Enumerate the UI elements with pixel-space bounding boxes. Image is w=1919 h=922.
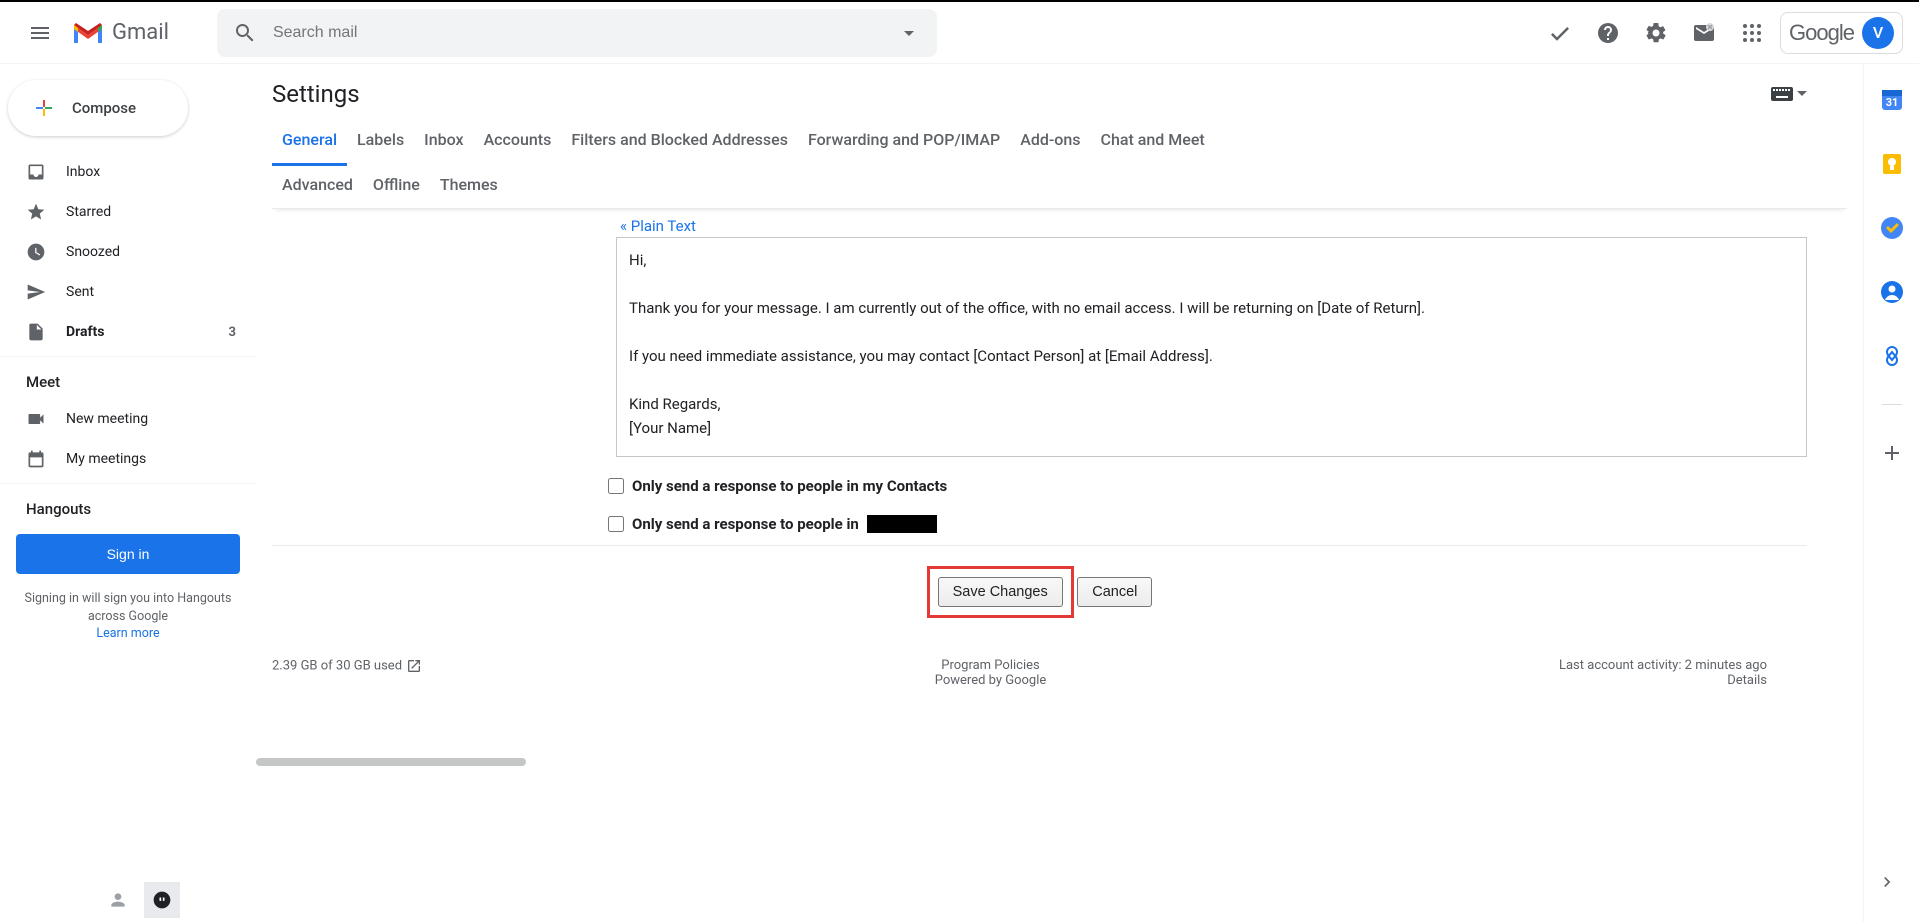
hangouts-section-title: Hangouts bbox=[0, 488, 256, 526]
learn-more-link[interactable]: Learn more bbox=[96, 626, 159, 641]
meet-section-title: Meet bbox=[0, 361, 256, 399]
gmail-logo[interactable]: Gmail bbox=[72, 20, 169, 45]
nav-sent[interactable]: Sent bbox=[0, 272, 248, 312]
main-menu-icon[interactable] bbox=[16, 9, 64, 57]
tab-themes[interactable]: Themes bbox=[430, 165, 508, 208]
input-tools-toggle[interactable] bbox=[1771, 87, 1807, 101]
tab-inbox[interactable]: Inbox bbox=[414, 120, 473, 165]
domain-only-checkbox[interactable] bbox=[608, 516, 624, 532]
mail-disabled-icon bbox=[1684, 13, 1724, 53]
app-name: Gmail bbox=[112, 20, 169, 45]
search-input[interactable] bbox=[273, 24, 881, 42]
calendar-app-icon[interactable]: 31 bbox=[1872, 80, 1912, 120]
hangouts-chat-icon[interactable] bbox=[144, 882, 180, 918]
side-panel: 31 bbox=[1863, 64, 1919, 922]
collapse-panel-icon[interactable] bbox=[1867, 862, 1907, 902]
signin-note: Signing in will sign you into Hangouts a… bbox=[0, 590, 256, 643]
account-activity: Last account activity: 2 minutes ago bbox=[1559, 658, 1767, 673]
apps-grid-icon[interactable] bbox=[1732, 13, 1772, 53]
add-app-icon[interactable] bbox=[1872, 433, 1912, 473]
hangouts-person-icon[interactable] bbox=[100, 882, 136, 918]
compose-label: Compose bbox=[72, 99, 136, 117]
storage-used: 2.39 GB of 30 GB used bbox=[272, 658, 422, 674]
search-icon bbox=[233, 21, 257, 45]
google-account-switcher[interactable]: Google V bbox=[1780, 12, 1903, 54]
tab-addons[interactable]: Add-ons bbox=[1010, 120, 1090, 165]
tab-labels[interactable]: Labels bbox=[347, 120, 414, 165]
tab-filters[interactable]: Filters and Blocked Addresses bbox=[561, 120, 798, 165]
tab-offline[interactable]: Offline bbox=[363, 165, 430, 208]
settings-gear-icon[interactable] bbox=[1636, 13, 1676, 53]
redacted-domain bbox=[867, 515, 937, 533]
tasks-extension-icon[interactable] bbox=[1540, 13, 1580, 53]
content-area: Settings General Labels Inbox Accounts F… bbox=[256, 64, 1863, 922]
footer: 2.39 GB of 30 GB used Program Policies P… bbox=[272, 618, 1807, 688]
google-logo-text: Google bbox=[1789, 20, 1854, 46]
svg-text:31: 31 bbox=[1885, 96, 1898, 109]
open-in-new-icon[interactable] bbox=[402, 658, 422, 673]
vacation-responder-editor[interactable]: Hi, Thank you for your message. I am cur… bbox=[616, 237, 1807, 457]
save-changes-button[interactable]: Save Changes bbox=[938, 577, 1063, 607]
user-avatar[interactable]: V bbox=[1862, 17, 1894, 49]
support-icon[interactable] bbox=[1588, 13, 1628, 53]
tab-forwarding[interactable]: Forwarding and POP/IMAP bbox=[798, 120, 1010, 165]
tab-advanced[interactable]: Advanced bbox=[272, 165, 363, 208]
nav-snoozed[interactable]: Snoozed bbox=[0, 232, 248, 272]
keep-app-icon[interactable] bbox=[1872, 144, 1912, 184]
top-bar: Gmail Google V bbox=[0, 0, 1919, 64]
contacts-only-checkbox-row[interactable]: Only send a response to people in my Con… bbox=[608, 477, 1807, 495]
signin-button[interactable]: Sign in bbox=[16, 534, 240, 574]
search-box[interactable] bbox=[217, 9, 937, 57]
nav-my-meetings[interactable]: My meetings bbox=[0, 439, 248, 479]
tab-general[interactable]: General bbox=[272, 120, 347, 166]
nav-inbox[interactable]: Inbox bbox=[0, 152, 248, 192]
settings-tabs: General Labels Inbox Accounts Filters an… bbox=[272, 120, 1847, 209]
program-policies-link[interactable]: Program Policies bbox=[941, 658, 1039, 673]
save-highlight-box: Save Changes bbox=[927, 566, 1074, 618]
nav-starred[interactable]: Starred bbox=[0, 192, 248, 232]
authy-app-icon[interactable] bbox=[1872, 336, 1912, 376]
tab-accounts[interactable]: Accounts bbox=[474, 120, 562, 165]
cancel-button[interactable]: Cancel bbox=[1077, 577, 1152, 607]
sidebar: Compose Inbox Starred Snoozed Sent Draft… bbox=[0, 64, 256, 922]
contacts-app-icon[interactable] bbox=[1872, 272, 1912, 312]
details-link[interactable]: Details bbox=[1727, 673, 1767, 688]
compose-button[interactable]: Compose bbox=[8, 80, 188, 136]
nav-new-meeting[interactable]: New meeting bbox=[0, 399, 248, 439]
tab-chat-meet[interactable]: Chat and Meet bbox=[1091, 120, 1215, 165]
settings-title: Settings bbox=[272, 80, 360, 108]
powered-by-link[interactable]: Powered by Google bbox=[935, 673, 1047, 688]
tasks-app-icon[interactable] bbox=[1872, 208, 1912, 248]
search-options-icon[interactable] bbox=[897, 21, 921, 45]
contacts-only-checkbox[interactable] bbox=[608, 478, 624, 494]
horizontal-scrollbar[interactable] bbox=[256, 758, 526, 766]
nav-drafts[interactable]: Drafts3 bbox=[0, 312, 248, 352]
domain-only-checkbox-row[interactable]: Only send a response to people in bbox=[608, 515, 1807, 533]
plain-text-link[interactable]: « Plain Text bbox=[272, 217, 1807, 235]
